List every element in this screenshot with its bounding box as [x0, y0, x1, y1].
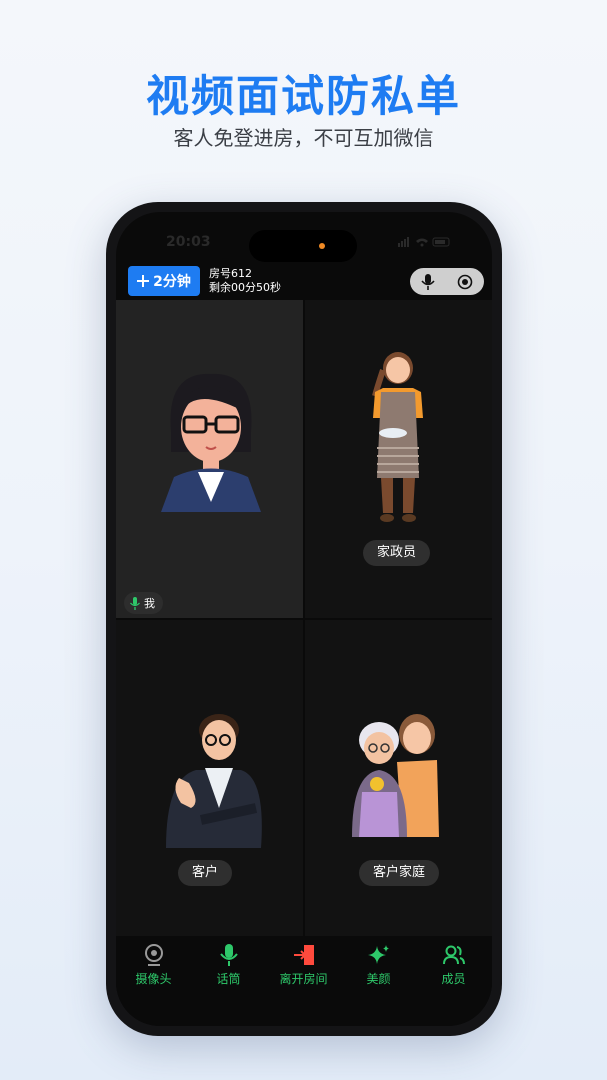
self-mic-chip: 我 [124, 592, 163, 614]
microphone-icon [219, 944, 238, 966]
promo-subtitle: 客人免登进房，不可互加微信 [173, 126, 434, 150]
mic-icon[interactable] [421, 273, 435, 290]
remaining-time: 剩余00分50秒 [209, 281, 281, 294]
video-tile-customer-family[interactable]: 客户家庭 [305, 620, 492, 938]
beauty-label: 美颜 [366, 972, 391, 986]
phone-frame: 20:03 2分钟 房号612 剩余00分50秒 我 家政员 客户 客户家庭 摄… [106, 202, 502, 1036]
room-number: 房号612 [209, 267, 252, 280]
sparkle-icon [367, 945, 389, 964]
members-label: 成员 [441, 972, 466, 986]
housekeeper-avatar [372, 352, 423, 522]
room-info: 房号612 剩余00分50秒 [209, 267, 281, 295]
mic-active-icon [130, 596, 140, 610]
status-time: 20:03 [166, 234, 211, 250]
dynamic-island [249, 230, 357, 262]
housekeeper-label: 家政员 [363, 540, 431, 566]
mic-label: 话筒 [216, 972, 241, 986]
leave-room-button[interactable]: 离开房间 [266, 944, 341, 987]
camera-indicator-dot [319, 243, 325, 249]
customer-family-label: 客户家庭 [359, 860, 440, 886]
camera-button[interactable]: 摄像头 [116, 944, 191, 987]
plus-icon [137, 275, 150, 287]
add-time-label: 2分钟 [153, 274, 191, 290]
exit-door-icon [293, 945, 314, 965]
record-icon[interactable] [457, 274, 473, 290]
bottom-toolbar: 摄像头 话筒 离开房间 美颜 成员 [116, 936, 492, 1026]
self-label: 我 [144, 597, 155, 610]
members-button[interactable]: 成员 [416, 944, 491, 987]
promo-title: 视频面试防私单 [146, 72, 461, 122]
add-time-button[interactable]: 2分钟 [128, 266, 200, 296]
customer-avatar [166, 714, 262, 848]
status-icons [398, 236, 452, 251]
signal-wifi-battery-icon [398, 237, 450, 247]
leave-room-label: 离开房间 [279, 972, 328, 986]
beauty-button[interactable]: 美颜 [341, 944, 416, 987]
mini-controls [410, 268, 484, 295]
webcam-icon [144, 944, 163, 966]
mic-button[interactable]: 话筒 [191, 944, 266, 987]
video-tile-housekeeper[interactable]: 家政员 [305, 300, 492, 618]
video-tile-self[interactable]: 我 [116, 300, 303, 618]
camera-label: 摄像头 [135, 972, 172, 986]
members-icon [442, 945, 465, 965]
video-tile-customer[interactable]: 客户 [116, 620, 303, 938]
phone-screen: 20:03 2分钟 房号612 剩余00分50秒 我 家政员 客户 客户家庭 摄… [116, 212, 492, 1026]
family-avatar [352, 714, 439, 837]
video-grid: 我 家政员 客户 客户家庭 [116, 300, 492, 938]
customer-label: 客户 [178, 860, 233, 886]
woman-avatar [161, 373, 261, 512]
